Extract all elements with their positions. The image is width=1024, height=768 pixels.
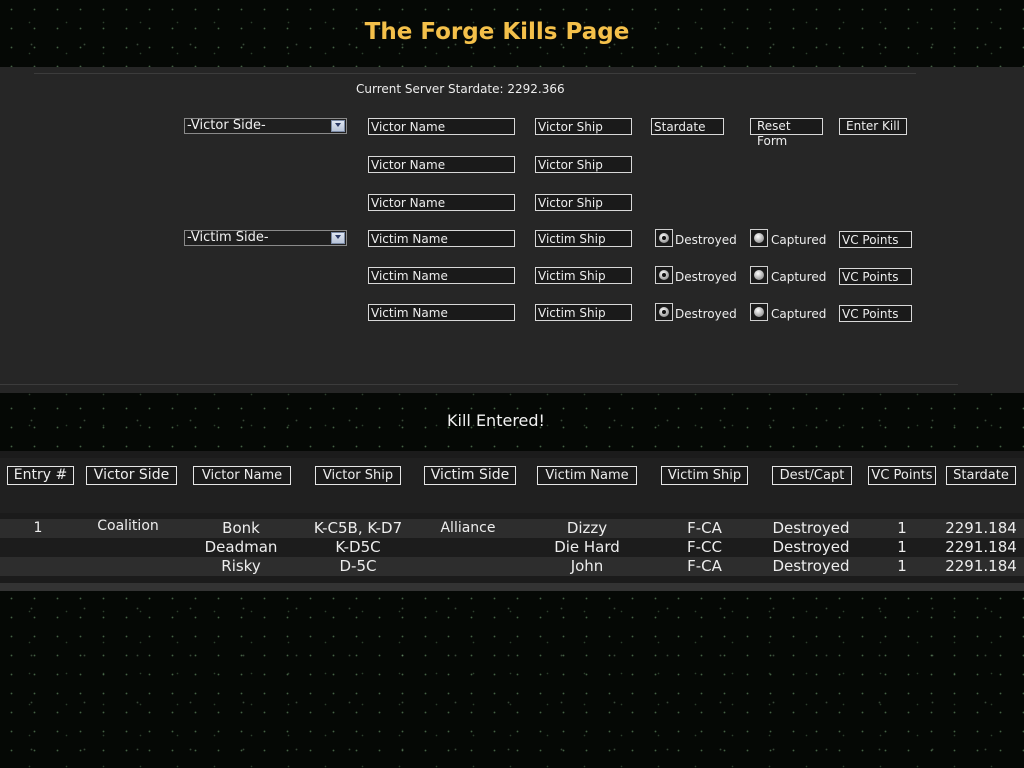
destroyed-radio-3[interactable] — [655, 303, 673, 321]
cell-victor-side — [83, 538, 173, 557]
victor-ship-input-2[interactable] — [535, 156, 632, 173]
kills-table: Entry # Victor Side Victor Name Victor S… — [0, 451, 1024, 591]
cell-victim-name: Dizzy — [566, 519, 608, 537]
vc-points-input-1[interactable] — [839, 231, 912, 248]
radio-icon — [659, 233, 669, 243]
destroyed-radio-1[interactable] — [655, 229, 673, 247]
destroyed-label-1: Destroyed — [675, 233, 737, 247]
reset-form-button[interactable]: Reset Form — [750, 118, 823, 148]
radio-icon — [754, 270, 764, 280]
header-entry[interactable]: Entry # — [7, 466, 74, 485]
victim-name-input-3[interactable] — [368, 304, 515, 321]
victim-side-select-value: -Victim Side- — [187, 230, 269, 245]
victor-name-input-3[interactable] — [368, 194, 515, 211]
cell-stardate: 2291.184 — [945, 538, 1017, 556]
table-footer-divider — [0, 583, 1024, 591]
radio-icon — [659, 307, 669, 317]
page-title: The Forge Kills Page — [364, 19, 630, 45]
victor-side-select[interactable]: -Victor Side- — [184, 118, 347, 134]
cell-entry — [8, 538, 68, 557]
radio-icon — [754, 307, 764, 317]
table-row: Risky D-5C John F-CA Destroyed 1 2291.18… — [0, 557, 1024, 576]
cell-stardate: 2291.184 — [945, 519, 1017, 537]
destroyed-radio-2[interactable] — [655, 266, 673, 284]
cell-victim-side — [423, 557, 513, 576]
header-victor-ship[interactable]: Victor Ship — [315, 466, 401, 485]
divider — [34, 73, 916, 74]
destroyed-label-3: Destroyed — [675, 307, 737, 321]
header-vc-points[interactable]: VC Points — [868, 466, 936, 485]
cell-victim-name: Die Hard — [554, 538, 620, 556]
header-dest-capt[interactable]: Dest/Capt — [772, 466, 852, 485]
victim-ship-input-3[interactable] — [535, 304, 632, 321]
captured-radio-1[interactable] — [750, 229, 768, 247]
cell-vc-points: 1 — [897, 519, 907, 537]
cell-entry — [8, 557, 68, 576]
victor-name-input-2[interactable] — [368, 156, 515, 173]
vc-points-input-3[interactable] — [839, 305, 912, 322]
cell-stardate: 2291.184 — [945, 557, 1017, 575]
cell-victim-ship: F-CA — [687, 519, 722, 537]
header-stardate[interactable]: Stardate — [946, 466, 1016, 485]
victor-ship-input-1[interactable] — [535, 118, 632, 135]
victim-name-input-1[interactable] — [368, 230, 515, 247]
cell-victor-ship: K-C5B, K-D7 — [313, 519, 403, 537]
captured-label-3: Captured — [771, 307, 827, 321]
captured-label-2: Captured — [771, 270, 827, 284]
server-stardate: Current Server Stardate: 2292.366 — [356, 82, 565, 96]
header-victim-side[interactable]: Victim Side — [424, 466, 516, 485]
table-row: Deadman K-D5C Die Hard F-CC Destroyed 1 … — [0, 538, 1024, 557]
chevron-down-icon[interactable] — [331, 232, 345, 244]
header-victor-side[interactable]: Victor Side — [86, 466, 177, 485]
cell-victor-ship: K-D5C — [335, 538, 381, 556]
radio-icon — [659, 270, 669, 280]
enter-kill-button[interactable]: Enter Kill — [839, 118, 907, 135]
captured-radio-2[interactable] — [750, 266, 768, 284]
victor-side-select-value: -Victor Side- — [187, 118, 266, 133]
captured-radio-3[interactable] — [750, 303, 768, 321]
cell-victim-side: Alliance — [440, 520, 496, 536]
cell-victor-ship: D-5C — [339, 557, 377, 575]
victim-side-select[interactable]: -Victim Side- — [184, 230, 347, 246]
cell-dest-capt: Destroyed — [772, 538, 850, 556]
cell-victor-side — [83, 557, 173, 576]
victim-ship-input-2[interactable] — [535, 267, 632, 284]
destroyed-label-2: Destroyed — [675, 270, 737, 284]
cell-vc-points: 1 — [897, 538, 907, 556]
victor-name-input-1[interactable] — [368, 118, 515, 135]
cell-victim-ship: F-CC — [687, 538, 722, 556]
captured-label-1: Captured — [771, 233, 827, 247]
cell-victor-name: Deadman — [204, 538, 278, 556]
vc-points-input-2[interactable] — [839, 268, 912, 285]
cell-dest-capt: Destroyed — [772, 519, 850, 537]
victim-ship-input-1[interactable] — [535, 230, 632, 247]
cell-victor-side: Coalition — [97, 518, 159, 534]
radio-icon — [754, 233, 764, 243]
cell-entry: 1 — [33, 520, 43, 536]
divider — [0, 384, 958, 385]
victim-name-input-2[interactable] — [368, 267, 515, 284]
header-victor-name[interactable]: Victor Name — [193, 466, 291, 485]
cell-vc-points: 1 — [897, 557, 907, 575]
cell-victim-name: John — [570, 557, 604, 575]
stardate-input[interactable] — [651, 118, 724, 135]
victor-ship-input-3[interactable] — [535, 194, 632, 211]
cell-victor-name: Risky — [221, 557, 261, 575]
header-victim-ship[interactable]: Victim Ship — [661, 466, 748, 485]
chevron-down-icon[interactable] — [331, 120, 345, 132]
table-row: 1 Coalition Bonk K-C5B, K-D7 Alliance Di… — [0, 518, 1024, 538]
status-message: Kill Entered! — [447, 411, 545, 430]
kill-entry-form: Current Server Stardate: 2292.366 -Victo… — [0, 67, 1024, 393]
cell-victim-ship: F-CA — [687, 557, 722, 575]
cell-victim-side — [423, 538, 513, 557]
header-victim-name[interactable]: Victim Name — [537, 466, 637, 485]
cell-dest-capt: Destroyed — [772, 557, 850, 575]
cell-victor-name: Bonk — [222, 519, 260, 537]
